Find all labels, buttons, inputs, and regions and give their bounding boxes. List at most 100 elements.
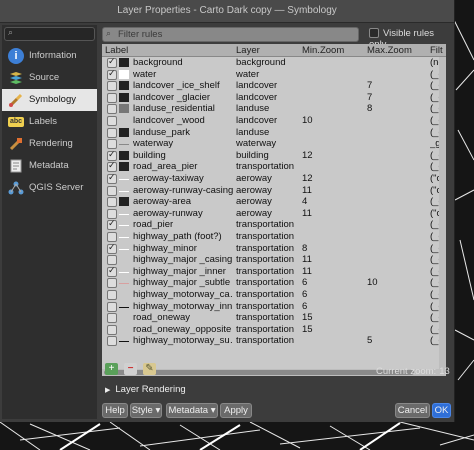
table-row[interactable]: highway_motorway_su… transportation 5 (_g <box>102 335 446 347</box>
sidebar-item-qgis-server[interactable]: QGIS Server <box>2 177 97 199</box>
rule-visibility-checkbox[interactable] <box>107 301 117 312</box>
dropdown-arrow-icon: ▾ <box>155 405 161 416</box>
table-row[interactable]: highway_path (foot?) transportation (_g <box>102 231 446 242</box>
rule-visibility-checkbox[interactable] <box>107 336 117 347</box>
sidebar-item-information[interactable]: i Information <box>2 45 97 67</box>
rule-visibility-checkbox[interactable] <box>107 324 117 335</box>
table-row[interactable]: aeroway-runway aeroway 11 ("c <box>102 208 446 219</box>
symbol-preview <box>119 190 129 192</box>
table-row[interactable]: landcover _ice_shelf landcover 7 (_g <box>102 80 446 92</box>
sidebar-item-labels[interactable]: abc Labels <box>2 111 97 133</box>
layer-properties-dialog: Layer Properties - Carto Dark copy — Sym… <box>0 0 455 422</box>
rule-min-zoom: 12 <box>302 149 313 161</box>
table-row[interactable]: buildingbuilding12(_g <box>102 149 446 161</box>
table-row[interactable]: road_oneway_opposite transportation 15 (_g <box>102 324 446 335</box>
symbol-preview <box>119 213 129 215</box>
cancel-button[interactable]: Cancel <box>395 403 430 418</box>
table-row[interactable]: highway_minortransportation8(_g <box>102 242 446 254</box>
sidebar-item-label: Source <box>29 72 60 83</box>
rule-visibility-checkbox[interactable] <box>107 290 117 300</box>
table-row[interactable]: highway_major _casing transportation 11 (_g <box>102 254 446 266</box>
table-row[interactable]: backgroundbackground(no <box>102 56 446 68</box>
rule-visibility-checkbox[interactable] <box>107 218 117 231</box>
table-row[interactable]: highway_motorway_inn… transportation 6 (_g <box>102 301 446 312</box>
sidebar-item-metadata[interactable]: Metadata <box>2 155 97 177</box>
table-row[interactable]: landcover _glacier landcover 7 (_g <box>102 92 446 103</box>
table-row[interactable]: highway_major _subtle transportation 6 10 (_… <box>102 277 446 289</box>
remove-rule-button[interactable]: − <box>124 363 137 375</box>
layer-rendering-section[interactable]: ▶ Layer Rendering <box>105 384 186 395</box>
rule-label: landuse_park <box>133 126 191 138</box>
add-rule-button[interactable]: + <box>105 363 118 375</box>
table-row[interactable]: landuse_park landuse (_g <box>102 127 446 138</box>
rule-visibility-checkbox[interactable] <box>107 139 117 150</box>
visible-rules-only-checkbox[interactable] <box>369 28 379 39</box>
table-row[interactable]: road_piertransportation(_g <box>102 218 446 231</box>
symbol-preview <box>119 283 129 285</box>
edit-rule-button[interactable]: ✎ <box>143 363 156 375</box>
vertical-scrollbar[interactable] <box>439 57 446 376</box>
rule-visibility-checkbox[interactable] <box>107 172 117 184</box>
rule-layer: landuse <box>236 126 270 138</box>
metadata-dropdown-button[interactable]: Metadata ▾ <box>166 403 218 418</box>
rule-label: aeroway-runway <box>133 207 203 219</box>
column-header-label[interactable]: Label <box>105 45 128 56</box>
symbol-preview <box>119 150 129 160</box>
rule-layer: transportation <box>236 254 295 266</box>
rule-visibility-checkbox[interactable] <box>107 81 117 92</box>
help-button[interactable]: Help <box>102 403 128 418</box>
sidebar-item-symbology[interactable]: Symbology <box>2 89 97 111</box>
rule-visibility-checkbox[interactable] <box>107 313 117 324</box>
rule-max-zoom: 10 <box>367 277 378 289</box>
rule-visibility-checkbox[interactable] <box>107 160 117 173</box>
sidebar-item-label: Metadata <box>29 160 69 171</box>
table-row[interactable]: road_area_piertransportation(_g <box>102 160 446 173</box>
rule-visibility-checkbox[interactable] <box>107 208 117 219</box>
rule-visibility-checkbox[interactable] <box>107 104 117 115</box>
column-header-filter[interactable]: Filt <box>430 45 443 56</box>
rule-visibility-checkbox[interactable] <box>107 68 117 80</box>
rule-label: landcover _glacier <box>133 91 211 103</box>
rule-visibility-checkbox[interactable] <box>107 127 117 138</box>
rule-visibility-checkbox[interactable] <box>107 185 117 196</box>
rule-layer: aeroway <box>236 196 272 208</box>
table-row[interactable]: aeroway-runway-casing aeroway 11 ("c <box>102 185 446 196</box>
table-row[interactable]: waterway waterway _ge <box>102 138 446 150</box>
help-button-label: Help <box>105 405 125 416</box>
table-row[interactable]: aeroway-area aeroway 4 (_g <box>102 196 446 208</box>
column-header-layer[interactable]: Layer <box>236 45 260 56</box>
sidebar-item-source[interactable]: Source <box>2 67 97 89</box>
table-row[interactable]: road_oneway transportation 15 (_g <box>102 312 446 324</box>
table-row[interactable]: highway_major _innertransportation11(_g <box>102 265 446 277</box>
filter-rules-input[interactable] <box>118 28 353 40</box>
rule-visibility-checkbox[interactable] <box>107 255 117 266</box>
apply-button[interactable]: Apply <box>220 403 252 418</box>
style-dropdown-button[interactable]: Style ▾ <box>130 403 162 418</box>
rule-visibility-checkbox[interactable] <box>107 232 117 242</box>
rule-min-zoom: 15 <box>302 312 313 324</box>
sidebar-item-rendering[interactable]: Rendering <box>2 133 97 155</box>
table-row[interactable]: landcover _wood landcover 10 (_g <box>102 115 446 126</box>
table-row[interactable]: landuse_residential landuse 8 (_g <box>102 103 446 115</box>
ok-button[interactable]: OK <box>432 403 451 418</box>
rule-visibility-checkbox[interactable] <box>107 92 117 103</box>
sidebar-search-input[interactable]: ⌕ <box>4 27 95 41</box>
table-row[interactable]: aeroway-taxiwayaeroway12("c <box>102 172 446 184</box>
ok-button-label: OK <box>434 405 449 416</box>
rule-visibility-checkbox[interactable] <box>107 278 117 289</box>
rule-visibility-checkbox[interactable] <box>107 56 117 68</box>
rule-layer: transportation <box>236 161 295 173</box>
symbol-preview <box>119 92 129 102</box>
rule-max-zoom: 5 <box>367 335 373 347</box>
rule-visibility-checkbox[interactable] <box>107 116 117 126</box>
column-header-max-zoom[interactable]: Max.Zoom <box>367 45 412 56</box>
rule-label: highway_major _casing <box>133 254 233 266</box>
rule-visibility-checkbox[interactable] <box>107 149 117 161</box>
layer-rendering-label: Layer Rendering <box>115 384 186 395</box>
column-header-min-zoom[interactable]: Min.Zoom <box>302 45 344 56</box>
table-row[interactable]: waterwater(_g <box>102 68 446 80</box>
rule-visibility-checkbox[interactable] <box>107 242 117 254</box>
table-row[interactable]: highway_motorway_ca… transportation 6 (_g <box>102 289 446 300</box>
rule-visibility-checkbox[interactable] <box>107 197 117 208</box>
rule-visibility-checkbox[interactable] <box>107 265 117 277</box>
